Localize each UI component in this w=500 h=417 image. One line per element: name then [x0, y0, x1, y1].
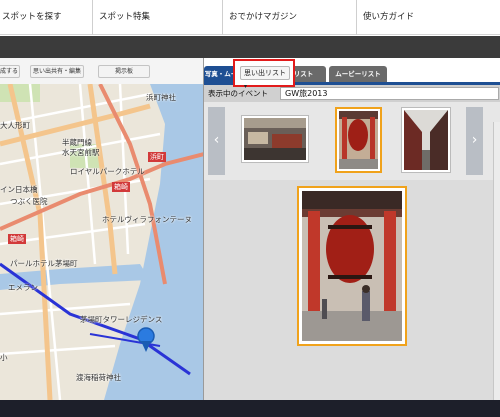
photo-thumbnail — [339, 111, 378, 169]
map-toolbar: 成する 思い出共有・編集 掲示板 — [0, 58, 204, 84]
chevron-left-icon[interactable]: ‹ — [208, 107, 225, 175]
map-label: 渡海稲荷神社 — [76, 373, 121, 382]
memory-list-label: 思い出リスト — [244, 69, 286, 77]
thumbnail[interactable] — [401, 107, 451, 173]
memory-list-highlight: 思い出リスト ▾ — [233, 59, 295, 90]
map-label: つぶく医院 — [10, 197, 48, 206]
nav-guide[interactable]: 使い方ガイド — [356, 0, 500, 35]
nav-spot-feature[interactable]: スポット特集 — [92, 0, 222, 35]
scrollbar[interactable] — [493, 122, 500, 400]
map-label: エメラン — [8, 283, 38, 292]
event-label: 表示中のイベント — [208, 89, 268, 98]
event-value: GW旅2013 — [280, 87, 499, 100]
bottom-bar — [0, 400, 500, 417]
map-label: イン日本橋 — [0, 185, 38, 194]
bulletin-board-button[interactable]: 掲示板 — [98, 65, 150, 78]
chevron-right-icon[interactable]: › — [466, 107, 483, 175]
map-label: 箱崎 — [112, 182, 130, 192]
dropdown-arrow-icon: ▾ — [244, 83, 248, 90]
map-graphic — [0, 84, 204, 400]
nav-magazine[interactable]: おでかけマガジン — [222, 0, 356, 35]
tab-movie-list[interactable]: ムービーリスト — [329, 66, 387, 82]
map-label: 浜町 — [148, 152, 166, 162]
photo-thumbnail — [404, 110, 448, 170]
thumbnail[interactable] — [241, 115, 309, 163]
photo-preview[interactable] — [297, 186, 407, 346]
map-label: パールホテル茅場町 — [10, 259, 78, 268]
photo-panel: 写真・ムービービュー 写真リスト ムービーリスト 表示中のイベント GW旅201… — [203, 58, 500, 400]
map-view[interactable]: 浜町神社 半蔵門線 水天宮前駅 ロイヤルパークホテル 浜町 イン日本橋 箱崎 つ… — [0, 84, 204, 400]
map-label: 小 — [0, 353, 8, 362]
share-edit-button[interactable]: 思い出共有・編集 — [30, 65, 84, 78]
nav-spot-search[interactable]: スポットを探す — [0, 0, 92, 35]
map-label: ホテルヴィラフォンテーヌ — [102, 215, 192, 224]
map-label: 水天宮前駅 — [62, 148, 100, 157]
memory-list-button[interactable]: 思い出リスト ▾ — [240, 66, 290, 90]
photo-preview-image — [302, 191, 402, 341]
create-button[interactable]: 成する — [0, 65, 20, 78]
map-label: 箱崎 — [8, 234, 26, 244]
event-row: 表示中のイベント GW旅2013 — [204, 85, 500, 102]
map-label: ロイヤルパークホテル — [70, 167, 145, 176]
map-label: 浜町神社 — [146, 93, 176, 102]
thumbnail-strip: ‹ › — [204, 102, 500, 180]
map-label: 大人形町 — [0, 121, 30, 130]
header-bar — [0, 36, 500, 58]
map-label: 茅場町タワーレジデンス — [80, 315, 163, 324]
thumbnail-selected[interactable] — [335, 107, 382, 173]
top-nav: スポットを探す スポット特集 おでかけマガジン 使い方ガイド — [0, 0, 500, 35]
photo-thumbnail — [244, 118, 306, 160]
